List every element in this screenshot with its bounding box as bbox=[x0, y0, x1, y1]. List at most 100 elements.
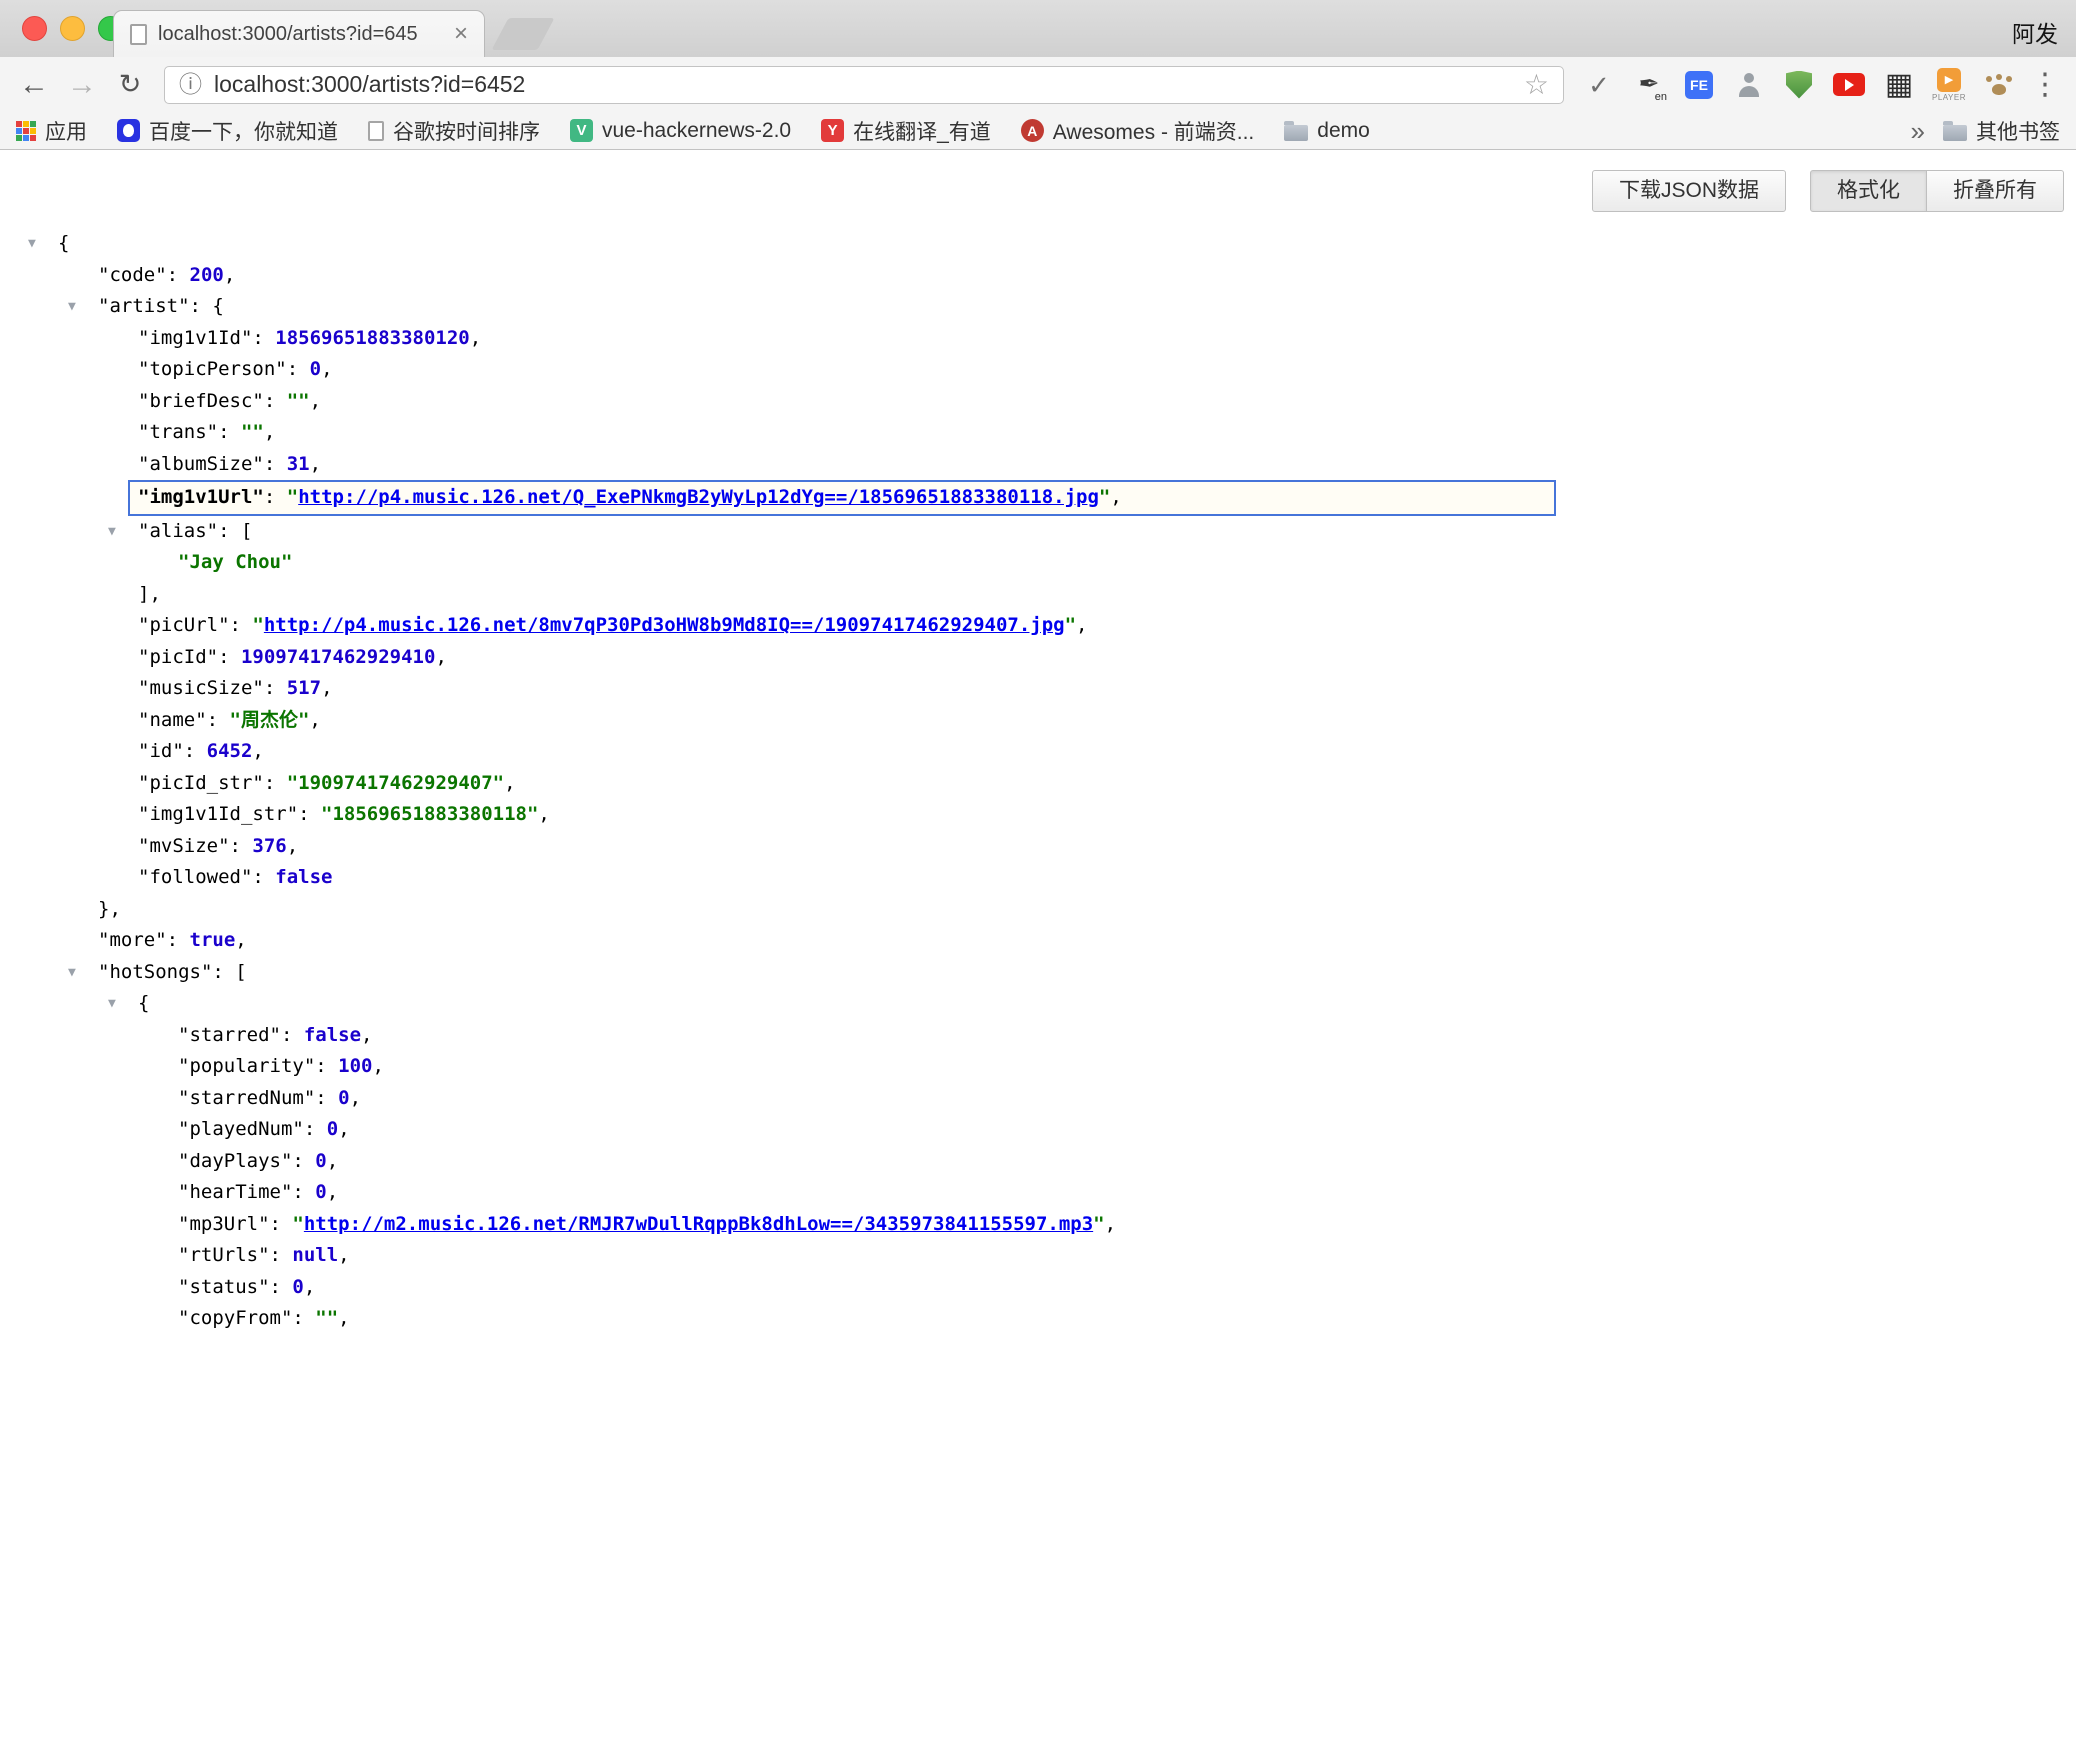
profile-person-icon[interactable] bbox=[1728, 61, 1770, 109]
json-token-key: "mp3Url" bbox=[178, 1213, 270, 1235]
bookmarks-overflow-icon[interactable]: » bbox=[1911, 118, 1925, 144]
json-token-punct: : bbox=[230, 835, 253, 857]
json-line: "dayPlays": 0, bbox=[0, 1146, 2076, 1178]
json-line: "albumSize": 31, bbox=[0, 449, 2076, 481]
player-caption: PLAYER bbox=[1932, 93, 1966, 102]
json-token-punct: : bbox=[218, 646, 241, 668]
youdao-translate-extension-icon[interactable]: ✒ en bbox=[1628, 61, 1670, 109]
reload-button[interactable]: ↻ bbox=[106, 71, 154, 98]
json-token-punct: , bbox=[470, 327, 481, 349]
bookmark-vue-hackernews[interactable]: V vue-hackernews-2.0 bbox=[570, 119, 791, 143]
json-token-punct: , bbox=[327, 1150, 338, 1172]
folder-icon bbox=[1943, 125, 1967, 141]
json-token-punct: , bbox=[310, 390, 321, 412]
bookmark-baidu[interactable]: 百度一下，你就知道 bbox=[117, 116, 338, 146]
json-token-punct: , bbox=[310, 453, 321, 475]
json-token-str: " bbox=[287, 486, 298, 508]
collapse-toggle-icon[interactable]: ▼ bbox=[108, 988, 116, 1020]
minimize-window-button[interactable] bbox=[60, 16, 85, 41]
other-bookmarks-label: 其他书签 bbox=[1976, 116, 2060, 146]
json-line: "starred": false, bbox=[0, 1020, 2076, 1052]
collapse-toggle-icon[interactable]: ▼ bbox=[28, 228, 36, 260]
bookmark-star-icon[interactable]: ☆ bbox=[1524, 71, 1549, 99]
checkmark-extension-icon[interactable]: ✓ bbox=[1578, 61, 1620, 109]
json-line: "briefDesc": "", bbox=[0, 386, 2076, 418]
json-token-str: "19097417462929407" bbox=[287, 772, 504, 794]
json-token-num: 517 bbox=[287, 677, 321, 699]
json-token-num: 0 bbox=[315, 1150, 326, 1172]
json-token-str: "Jay Chou" bbox=[178, 551, 292, 573]
bookmark-label: Awesomes - 前端资... bbox=[1053, 116, 1255, 146]
json-token-str: " bbox=[1099, 486, 1110, 508]
bookmark-awesomes[interactable]: A Awesomes - 前端资... bbox=[1021, 116, 1255, 146]
back-button[interactable]: ← bbox=[10, 70, 58, 100]
json-token-punct: , bbox=[224, 264, 235, 286]
browser-menu-button[interactable]: ⋮ bbox=[2028, 70, 2062, 100]
paw-extension-icon[interactable] bbox=[1978, 61, 2020, 109]
browser-tab[interactable]: localhost:3000/artists?id=645 × bbox=[113, 10, 485, 57]
fe-extension-icon[interactable]: FE bbox=[1678, 61, 1720, 109]
collapse-toggle-icon[interactable]: ▼ bbox=[108, 516, 116, 548]
download-json-button[interactable]: 下载JSON数据 bbox=[1592, 170, 1786, 212]
json-line: ▼"alias": [ bbox=[0, 516, 2076, 548]
json-token-punct: : bbox=[207, 709, 230, 731]
json-token-punct: , bbox=[373, 1055, 384, 1077]
format-button[interactable]: 格式化 bbox=[1810, 170, 1927, 212]
awesomes-icon: A bbox=[1021, 119, 1044, 142]
bookmark-apps[interactable]: 应用 bbox=[16, 116, 87, 146]
bookmark-youdao-translate[interactable]: Y 在线翻译_有道 bbox=[821, 116, 991, 146]
collapse-toggle-icon[interactable]: ▼ bbox=[68, 957, 76, 989]
tab-close-icon[interactable]: × bbox=[454, 22, 468, 46]
json-token-key: "briefDesc" bbox=[138, 390, 264, 412]
collapse-toggle-icon[interactable]: ▼ bbox=[68, 291, 76, 323]
json-token-bool: false bbox=[275, 866, 332, 888]
json-token-num: 6452 bbox=[207, 740, 253, 762]
json-token-punct: , bbox=[235, 929, 246, 951]
page-info-icon[interactable]: ⓘ bbox=[179, 73, 202, 96]
json-token-punct: : bbox=[298, 803, 321, 825]
json-token-key: "starredNum" bbox=[178, 1087, 315, 1109]
youtube-extension-icon[interactable] bbox=[1828, 61, 1870, 109]
json-url-link[interactable]: http://p4.music.126.net/8mv7qP30Pd3oHW8b… bbox=[264, 614, 1065, 636]
json-token-key: "copyFrom" bbox=[178, 1307, 292, 1329]
json-token-punct: : bbox=[304, 1118, 327, 1140]
bookmark-demo-folder[interactable]: demo bbox=[1284, 119, 1370, 143]
forward-button[interactable]: → bbox=[58, 70, 106, 100]
json-token-key: "more" bbox=[98, 929, 167, 951]
json-url-link[interactable]: http://p4.music.126.net/Q_ExePNkmgB2yWyL… bbox=[298, 486, 1099, 508]
json-token-key: "albumSize" bbox=[138, 453, 264, 475]
bookmark-google-sort[interactable]: 谷歌按时间排序 bbox=[368, 116, 540, 146]
json-token-key: "hearTime" bbox=[178, 1181, 292, 1203]
json-line: "name": "周杰伦", bbox=[0, 705, 2076, 737]
json-token-key: "musicSize" bbox=[138, 677, 264, 699]
player-extension-icon[interactable]: ▶ PLAYER bbox=[1928, 61, 1970, 109]
json-token-punct: : bbox=[264, 390, 287, 412]
json-line: "mvSize": 376, bbox=[0, 831, 2076, 863]
youdao-icon: Y bbox=[821, 119, 844, 142]
json-token-bool: false bbox=[304, 1024, 361, 1046]
json-token-punct: : bbox=[315, 1055, 338, 1077]
bookmark-label: vue-hackernews-2.0 bbox=[602, 119, 791, 143]
json-token-punct: , bbox=[538, 803, 549, 825]
json-token-str: "" bbox=[315, 1307, 338, 1329]
json-token-str: "" bbox=[287, 390, 310, 412]
collapse-all-button[interactable]: 折叠所有 bbox=[1927, 170, 2064, 212]
bookmark-label: 百度一下，你就知道 bbox=[149, 116, 338, 146]
json-token-key: "picId" bbox=[138, 646, 218, 668]
json-token-punct: : bbox=[252, 866, 275, 888]
shield-extension-icon[interactable] bbox=[1778, 61, 1820, 109]
qr-code-extension-icon[interactable]: ▦ bbox=[1878, 61, 1920, 109]
other-bookmarks-folder[interactable]: 其他书签 bbox=[1943, 116, 2060, 146]
json-token-punct: : bbox=[264, 677, 287, 699]
json-token-punct: : bbox=[230, 614, 253, 636]
json-line: ], bbox=[0, 579, 2076, 611]
address-bar[interactable]: ⓘ localhost:3000/artists?id=6452 ☆ bbox=[164, 66, 1564, 104]
close-window-button[interactable] bbox=[22, 16, 47, 41]
json-url-link[interactable]: http://m2.music.126.net/RMJR7wDullRqppBk… bbox=[304, 1213, 1093, 1235]
new-tab-button[interactable] bbox=[491, 18, 554, 50]
json-token-key: "trans" bbox=[138, 421, 218, 443]
apps-grid-icon bbox=[16, 121, 36, 141]
url-text[interactable]: localhost:3000/artists?id=6452 bbox=[214, 71, 1512, 98]
json-token-punct: , bbox=[1110, 486, 1121, 508]
json-token-punct: , bbox=[361, 1024, 372, 1046]
